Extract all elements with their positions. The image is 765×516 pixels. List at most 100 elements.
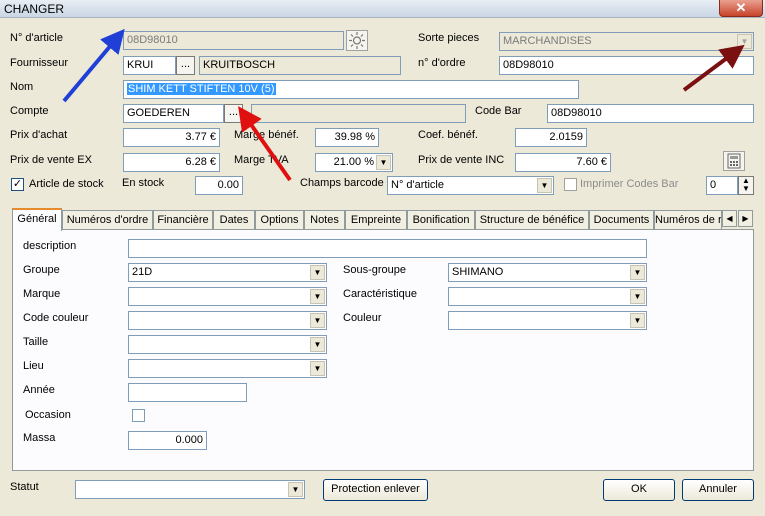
annuler-button[interactable]: Annuler: [682, 479, 754, 501]
chevron-down-icon: ▼: [310, 337, 325, 352]
prix-achat-label: Prix d'achat: [10, 129, 68, 141]
annee-field[interactable]: [128, 383, 247, 402]
massa-field[interactable]: 0.000: [128, 431, 207, 450]
groupe-select[interactable]: 21D ▼: [128, 263, 327, 282]
protection-enlever-button[interactable]: Protection enlever: [323, 479, 428, 501]
tab-notes[interactable]: Notes: [304, 210, 345, 230]
tab-documents[interactable]: Documents: [589, 210, 654, 230]
chevron-down-icon: ▼: [376, 155, 391, 170]
article-stock-checkbox[interactable]: ✓: [11, 178, 24, 191]
nom-label: Nom: [10, 81, 34, 93]
chevron-down-icon: ▼: [537, 178, 552, 193]
codebar-label: Code Bar: [475, 105, 522, 117]
marque-select[interactable]: ▼: [128, 287, 327, 306]
window-title: CHANGER: [4, 2, 65, 16]
tab-structure-benefice[interactable]: Structure de bénéfice: [475, 210, 589, 230]
tab-general[interactable]: Général: [12, 208, 62, 231]
marge-benef-label: Marge bénéf.: [234, 129, 299, 141]
occasion-label: Occasion: [25, 409, 71, 421]
imprimer-qty-field[interactable]: 0: [706, 176, 738, 195]
marge-tva-select[interactable]: 21.00 % ▼: [315, 153, 393, 172]
ordre-field[interactable]: 08D98010: [499, 56, 754, 75]
generate-number-button[interactable]: [346, 30, 368, 51]
compte-browse-button[interactable]: ...: [224, 104, 243, 123]
fournisseur-name-field: KRUITBOSCH: [199, 56, 401, 75]
ok-button[interactable]: OK: [603, 479, 675, 501]
tab-bonification[interactable]: Bonification: [407, 210, 475, 230]
prix-achat-field[interactable]: 3.77 €: [123, 128, 220, 147]
lieu-label: Lieu: [23, 360, 44, 372]
tab-dates[interactable]: Dates: [213, 210, 255, 230]
calculator-icon: [727, 153, 741, 169]
marge-benef-field[interactable]: 39.98 %: [315, 128, 379, 147]
tab-numeros-ordre[interactable]: Numéros d'ordre: [62, 210, 153, 230]
close-button[interactable]: ✕: [719, 0, 763, 17]
article-no-label: N° d'article: [10, 32, 63, 44]
code-couleur-select[interactable]: ▼: [128, 311, 327, 330]
calculator-button[interactable]: [723, 151, 745, 171]
tab-options[interactable]: Options: [255, 210, 304, 230]
codebar-field[interactable]: 08D98010: [547, 104, 754, 123]
champs-barcode-value: N° d'article: [391, 179, 444, 191]
prix-vente-inc-field[interactable]: 7.60 €: [515, 153, 611, 172]
marge-tva-value: 21.00 %: [333, 156, 374, 168]
chevron-down-icon: ▼: [288, 482, 303, 497]
nom-value: SHIM KETT STIFTEN 10V (5): [127, 83, 276, 95]
sorte-label: Sorte pieces: [418, 32, 480, 44]
tab-strip: Général Numéros d'ordre Financière Dates…: [12, 208, 754, 231]
chevron-down-icon: ▼: [310, 265, 325, 280]
prix-vente-inc-label: Prix de vente INC: [418, 154, 505, 166]
qty-spinner[interactable]: ▲ ▼: [738, 176, 754, 195]
title-bar: CHANGER ✕: [0, 0, 765, 18]
sun-icon: [349, 32, 365, 49]
chevron-down-icon: ▼: [310, 361, 325, 376]
massa-label: Massa: [23, 432, 56, 444]
nom-field[interactable]: SHIM KETT STIFTEN 10V (5): [123, 80, 579, 99]
ordre-label: n° d'ordre: [418, 57, 466, 69]
tab-numeros-r[interactable]: Numéros de r: [654, 210, 722, 230]
chevron-down-icon: ▼: [630, 313, 645, 328]
fournisseur-label: Fournisseur: [10, 57, 69, 69]
sorte-select[interactable]: MARCHANDISES ▼: [499, 32, 754, 51]
prix-vente-ex-field[interactable]: 6.28 €: [123, 153, 220, 172]
blue-arrow: [62, 28, 125, 103]
en-stock-field[interactable]: 0.00: [195, 176, 243, 195]
marque-label: Marque: [23, 288, 61, 300]
article-no-field[interactable]: 08D98010: [123, 31, 344, 50]
tab-empreinte[interactable]: Empreinte: [345, 210, 407, 230]
prix-vente-ex-label: Prix de vente EX: [10, 154, 92, 166]
tab-financiere[interactable]: Financière: [153, 210, 213, 230]
chevron-down-icon: ▼: [737, 34, 752, 49]
occasion-checkbox[interactable]: [132, 409, 145, 422]
tab-scroll-left-icon[interactable]: ◀: [722, 210, 737, 227]
description-field[interactable]: [128, 239, 647, 258]
champs-barcode-select[interactable]: N° d'article ▼: [387, 176, 554, 195]
en-stock-label: En stock: [122, 177, 165, 189]
taille-label: Taille: [23, 336, 49, 348]
compte-desc-field: [251, 104, 466, 123]
sorte-value: MARCHANDISES: [503, 35, 592, 47]
caracteristique-select[interactable]: ▼: [448, 287, 647, 306]
couleur-label: Couleur: [343, 312, 382, 324]
imprimer-checkbox[interactable]: [564, 178, 577, 191]
sous-groupe-value: SHIMANO: [452, 266, 504, 278]
description-label: description: [23, 240, 77, 252]
compte-label: Compte: [10, 105, 49, 117]
lieu-select[interactable]: ▼: [128, 359, 327, 378]
fournisseur-code-field[interactable]: KRUI: [123, 56, 176, 75]
imprimer-label: Imprimer Codes Bar: [580, 178, 679, 190]
sous-groupe-select[interactable]: SHIMANO ▼: [448, 263, 647, 282]
couleur-select[interactable]: ▼: [448, 311, 647, 330]
sous-groupe-label: Sous-groupe: [343, 264, 406, 276]
statut-select[interactable]: ▼: [75, 480, 305, 499]
tab-scroll-right-icon[interactable]: ▶: [738, 210, 753, 227]
fournisseur-browse-button[interactable]: ...: [176, 56, 195, 75]
groupe-value: 21D: [132, 266, 153, 278]
chevron-down-icon: ▼: [630, 265, 645, 280]
changer-dialog: CHANGER ✕ N° d'article 08D98010 Sorte pi…: [0, 0, 765, 516]
taille-select[interactable]: ▼: [128, 335, 327, 354]
compte-field[interactable]: GOEDEREN: [123, 104, 224, 123]
chevron-down-icon: ▼: [310, 289, 325, 304]
spin-down-icon[interactable]: ▼: [739, 185, 753, 193]
coef-benef-field[interactable]: 2.0159: [515, 128, 587, 147]
